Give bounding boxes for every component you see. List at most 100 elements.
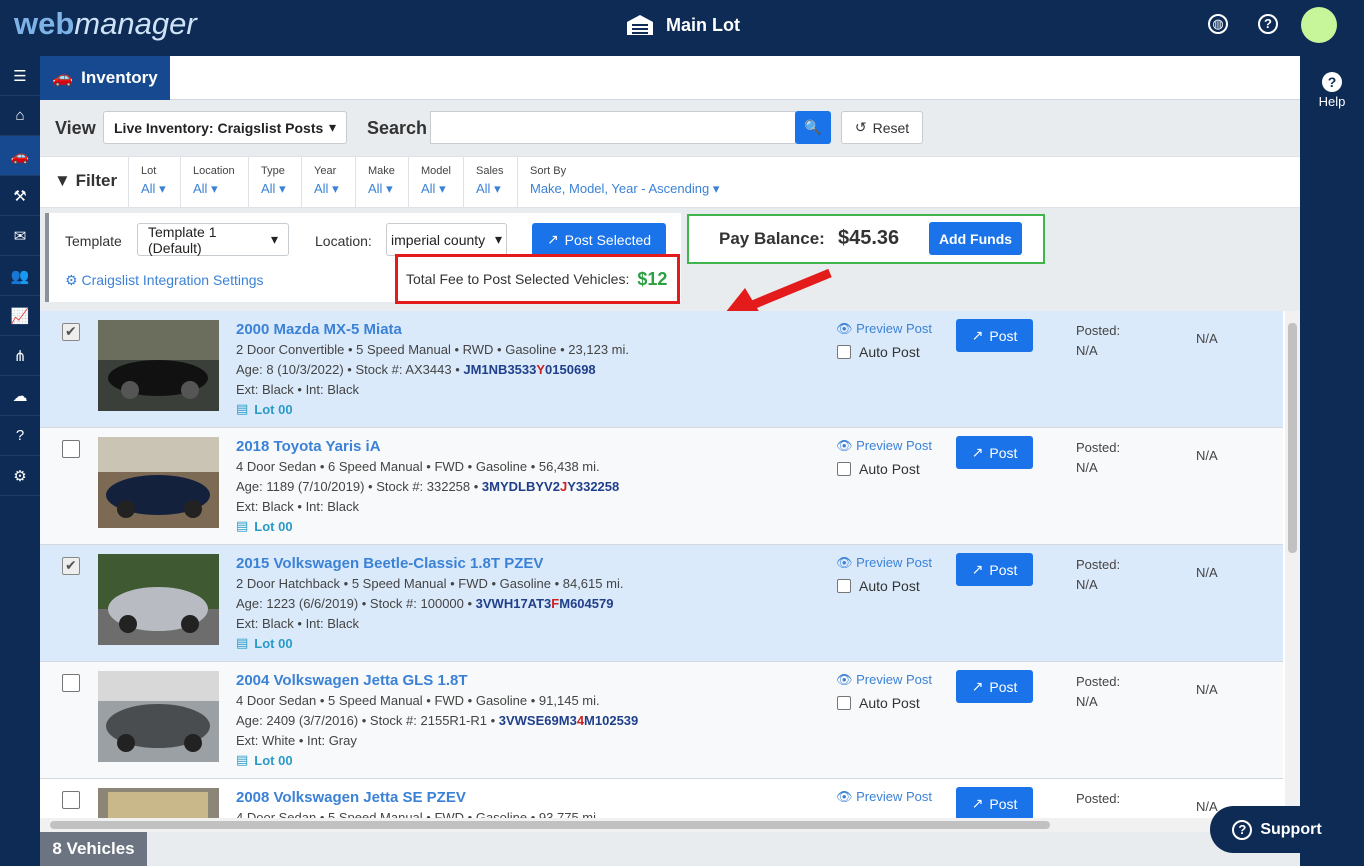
preview-post-link[interactable]: 👁 Preview Post <box>836 672 932 688</box>
users-icon[interactable]: 👥 <box>0 256 40 296</box>
menu-icon[interactable]: ☰ <box>0 56 40 96</box>
vehicle-row[interactable]: 2018 Toyota Yaris iA 4 Door Sedan • 6 Sp… <box>40 428 1283 545</box>
avatar[interactable] <box>1301 7 1337 43</box>
gear-icon[interactable]: ⚙ <box>0 456 40 496</box>
share-square-icon: ↗ <box>971 327 984 343</box>
globe-icon[interactable]: ◍ <box>1208 14 1228 34</box>
row-checkbox[interactable] <box>62 557 80 575</box>
vehicle-title[interactable]: 2004 Volkswagen Jetta GLS 1.8T <box>236 672 468 689</box>
top-bar: webmanager Main Lot ◍ ? <box>0 0 1364 56</box>
posted-status: Posted: N/A <box>1076 323 1121 358</box>
post-button[interactable]: ↗ Post <box>956 670 1033 703</box>
post-selected-button[interactable]: ↗ Post Selected <box>532 223 666 256</box>
vehicle-title[interactable]: 2008 Volkswagen Jetta SE PZEV <box>236 789 466 806</box>
share-icon[interactable]: ⋔ <box>0 336 40 376</box>
vehicle-title[interactable]: 2018 Toyota Yaris iA <box>236 438 381 455</box>
tab-bar: 🚗 Inventory <box>40 56 1300 100</box>
vehicle-title[interactable]: 2000 Mazda MX-5 Miata <box>236 321 402 338</box>
balance-label: Pay Balance: <box>719 229 825 248</box>
vertical-scrollbar[interactable] <box>1285 311 1300 818</box>
view-select-value: Live Inventory: Craigslist Posts <box>114 119 324 136</box>
tab-inventory[interactable]: 🚗 Inventory <box>40 56 170 100</box>
post-button[interactable]: ↗ Post <box>956 319 1033 352</box>
vehicle-colors: Ext: White • Int: Gray <box>236 733 357 748</box>
vehicle-row[interactable]: 2004 Volkswagen Jetta GLS 1.8T 4 Door Se… <box>40 662 1283 779</box>
help-label[interactable]: Help <box>1300 94 1364 109</box>
balance-value: $45.36 <box>838 227 900 249</box>
fee-panel: Total Fee to Post Selected Vehicles: $12 <box>395 254 680 304</box>
preview-post-link[interactable]: 👁 Preview Post <box>836 555 932 571</box>
filter-type[interactable]: Type All ▾ <box>248 157 300 207</box>
chart-icon[interactable]: 📈 <box>0 296 40 336</box>
preview-post-link[interactable]: 👁 Preview Post <box>836 321 932 337</box>
cloud-icon[interactable]: ☁ <box>0 376 40 416</box>
auto-post-checkbox[interactable]: Auto Post <box>837 461 920 477</box>
auto-post-checkbox[interactable]: Auto Post <box>837 578 920 594</box>
lot-selector[interactable]: Main Lot <box>626 14 740 36</box>
filter-lot[interactable]: Lot All ▾ <box>128 157 180 207</box>
row-checkbox[interactable] <box>62 791 80 809</box>
add-funds-button[interactable]: Add Funds <box>929 222 1022 255</box>
vehicle-specs: 4 Door Sedan • 5 Speed Manual • FWD • Ga… <box>236 693 600 708</box>
support-button[interactable]: ? Support <box>1210 806 1344 853</box>
post-button[interactable]: ↗ Post <box>956 436 1033 469</box>
vehicle-row[interactable]: 2008 Volkswagen Jetta SE PZEV 4 Door Sed… <box>40 779 1283 818</box>
row-checkbox[interactable] <box>62 674 80 692</box>
na-value: N/A <box>1196 799 1218 814</box>
vehicle-row[interactable]: 2000 Mazda MX-5 Miata 2 Door Convertible… <box>40 311 1283 428</box>
tools-icon[interactable]: ⚒ <box>0 176 40 216</box>
vehicle-photo[interactable] <box>98 788 219 818</box>
vehicle-photo[interactable] <box>98 671 219 762</box>
garage-icon: ▤ <box>236 401 249 416</box>
garage-icon <box>627 15 653 35</box>
home-icon[interactable]: ⌂ <box>0 96 40 136</box>
template-select[interactable]: Template 1 (Default) ▾ <box>137 223 289 256</box>
post-button[interactable]: ↗ Post <box>956 787 1033 818</box>
vehicle-photo[interactable] <box>98 320 219 411</box>
vehicle-title[interactable]: 2015 Volkswagen Beetle-Classic 1.8T PZEV <box>236 555 543 572</box>
filter-location[interactable]: Location All ▾ <box>180 157 248 207</box>
vehicle-row[interactable]: 2015 Volkswagen Beetle-Classic 1.8T PZEV… <box>40 545 1283 662</box>
view-select[interactable]: Live Inventory: Craigslist Posts ▾ <box>103 111 347 144</box>
vehicle-lot: ▤ Lot 00 <box>236 518 293 534</box>
share-square-icon: ↗ <box>546 231 559 247</box>
row-checkbox[interactable] <box>62 440 80 458</box>
auto-post-checkbox[interactable]: Auto Post <box>837 695 920 711</box>
vehicle-stock: Age: 1223 (6/6/2019) • Stock #: 100000 •… <box>236 596 614 611</box>
vehicle-photo[interactable] <box>98 437 219 528</box>
filter-icon: ▼ <box>54 171 71 190</box>
filter-year[interactable]: Year All ▾ <box>301 157 355 207</box>
vehicle-specs: 2 Door Hatchback • 5 Speed Manual • FWD … <box>236 576 624 591</box>
vehicle-list: 2000 Mazda MX-5 Miata 2 Door Convertible… <box>40 311 1285 818</box>
post-button[interactable]: ↗ Post <box>956 553 1033 586</box>
side-nav: ☰ ⌂ 🚗 ⚒ ✉ 👥 📈 ⋔ ☁ ? ⚙ <box>0 56 40 866</box>
question-icon[interactable]: ? <box>0 416 40 456</box>
location-select[interactable]: imperial county ▾ <box>386 223 507 256</box>
auto-post-checkbox[interactable]: Auto Post <box>837 344 920 360</box>
help-icon[interactable]: ? <box>1322 72 1342 92</box>
app-logo[interactable]: webmanager <box>14 6 197 42</box>
preview-post-link[interactable]: 👁 Preview Post <box>836 438 932 454</box>
filter-make[interactable]: Make All ▾ <box>355 157 408 207</box>
na-value: N/A <box>1196 331 1218 346</box>
vehicle-stock: Age: 2409 (3/7/2016) • Stock #: 2155R1-R… <box>236 713 639 728</box>
horizontal-scrollbar[interactable] <box>40 818 1300 832</box>
mail-icon[interactable]: ✉ <box>0 216 40 256</box>
vehicle-photo[interactable] <box>98 554 219 645</box>
search-button[interactable]: 🔍 <box>795 111 831 144</box>
filter-sales[interactable]: Sales All ▾ <box>463 157 517 207</box>
garage-icon: ▤ <box>236 518 249 533</box>
car-icon[interactable]: 🚗 <box>0 136 40 176</box>
car-icon: 🚗 <box>52 68 74 87</box>
na-value: N/A <box>1196 682 1218 697</box>
craigslist-settings-link[interactable]: ⚙ Craigslist Integration Settings <box>65 272 264 289</box>
search-input[interactable] <box>430 111 796 144</box>
help-circle-icon[interactable]: ? <box>1258 14 1278 34</box>
reset-button[interactable]: ↺ Reset <box>841 111 923 144</box>
filter-model[interactable]: Model All ▾ <box>408 157 463 207</box>
footer-bar: 8 Vehicles <box>40 832 1300 866</box>
share-square-icon: ↗ <box>971 561 984 577</box>
preview-post-link[interactable]: 👁 Preview Post <box>836 789 932 805</box>
row-checkbox[interactable] <box>62 323 80 341</box>
sort-by[interactable]: Sort By Make, Model, Year - Ascending ▾ <box>517 157 737 207</box>
